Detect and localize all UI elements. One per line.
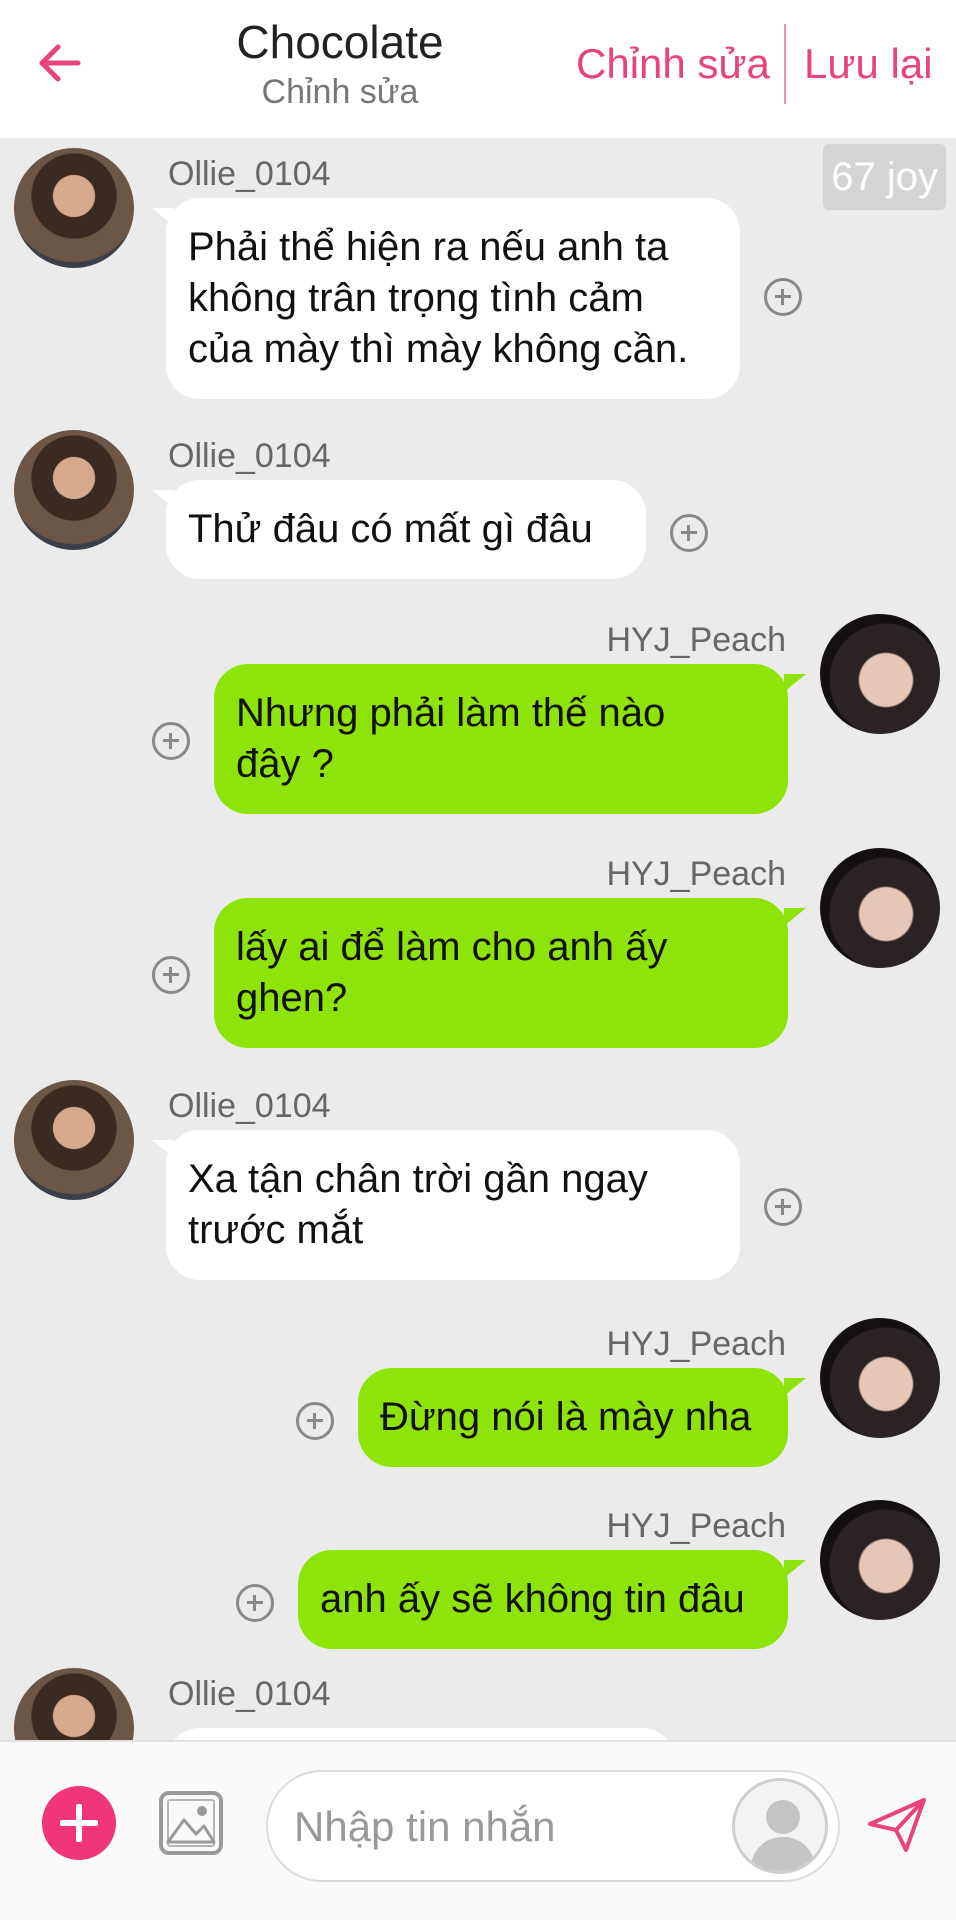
send-icon[interactable] xyxy=(866,1794,928,1856)
message-outgoing: HYJ_Peach lấy ai để làm cho anh ấy ghen? xyxy=(0,838,956,1048)
edit-button[interactable]: Chỉnh sửa xyxy=(576,38,770,90)
sender-name: Ollie_0104 xyxy=(168,155,331,193)
plus-circle-icon[interactable] xyxy=(152,956,190,994)
plus-circle-icon[interactable] xyxy=(236,1584,274,1622)
message-outgoing: HYJ_Peach Đừng nói là mày nha xyxy=(0,1308,956,1478)
plus-circle-icon[interactable] xyxy=(670,514,708,552)
save-button[interactable]: Lưu lại xyxy=(804,38,933,90)
avatar[interactable] xyxy=(14,148,134,268)
plus-circle-icon[interactable] xyxy=(764,1188,802,1226)
header-divider xyxy=(784,24,786,104)
message-bubble[interactable]: Nhưng phải làm thế nào đây ? xyxy=(214,664,788,814)
sender-name: HYJ_Peach xyxy=(606,1325,786,1363)
bubble-tail xyxy=(784,1560,806,1578)
avatar[interactable] xyxy=(14,430,134,550)
bubble-tail xyxy=(784,1378,806,1396)
avatar[interactable] xyxy=(14,1668,134,1740)
input-placeholder: Nhập tin nhắn xyxy=(294,1803,556,1850)
sender-name: Ollie_0104 xyxy=(168,437,331,475)
message-incoming: Ollie_0104 Phải thể hiện ra nếu anh ta k… xyxy=(0,138,956,408)
message-outgoing: HYJ_Peach anh ấy sẽ không tin đâu xyxy=(0,1490,956,1660)
message-bubble[interactable]: Xa tận chân trời gần ngay trước mắt xyxy=(166,1130,740,1280)
back-arrow-icon[interactable] xyxy=(34,38,84,88)
message-incoming: Ollie_0104 Thử đâu có mất gì đâu xyxy=(0,420,956,590)
message-outgoing: HYJ_Peach Nhưng phải làm thế nào đây ? xyxy=(0,604,956,814)
sender-name: HYJ_Peach xyxy=(606,621,786,659)
avatar[interactable] xyxy=(820,1500,940,1620)
sender-name: HYJ_Peach xyxy=(606,1507,786,1545)
sender-name: Ollie_0104 xyxy=(168,1087,331,1125)
add-button[interactable] xyxy=(42,1786,116,1860)
avatar[interactable] xyxy=(820,1318,940,1438)
avatar[interactable] xyxy=(14,1080,134,1200)
message-bubble[interactable]: lấy ai để làm cho anh ấy ghen? xyxy=(214,898,788,1048)
chat-thread[interactable]: 67 joy Ollie_0104 Phải thể hiện ra nếu a… xyxy=(0,138,956,1740)
avatar[interactable] xyxy=(820,614,940,734)
user-silhouette-icon xyxy=(749,1800,817,1871)
title-block: Chocolate Chỉnh sửa xyxy=(190,14,490,114)
image-icon[interactable] xyxy=(158,1790,224,1856)
message-incoming: Ollie_0104 xyxy=(0,1668,956,1740)
persona-button[interactable] xyxy=(732,1778,828,1874)
plus-circle-icon[interactable] xyxy=(296,1402,334,1440)
plus-circle-icon[interactable] xyxy=(152,722,190,760)
message-bubble[interactable]: Phải thể hiện ra nếu anh ta không trân t… xyxy=(166,198,740,399)
bubble-tail xyxy=(784,908,806,926)
bubble-tail xyxy=(784,674,806,692)
page-title: Chocolate xyxy=(236,16,444,68)
composer-bar: Nhập tin nhắn xyxy=(0,1740,956,1920)
avatar[interactable] xyxy=(820,848,940,968)
message-bubble[interactable] xyxy=(166,1728,676,1740)
top-bar: Chocolate Chỉnh sửa Chỉnh sửa Lưu lại xyxy=(0,0,956,138)
message-incoming: Ollie_0104 Xa tận chân trời gần ngay trư… xyxy=(0,1070,956,1290)
sender-name: Ollie_0104 xyxy=(168,1675,331,1713)
message-bubble[interactable]: anh ấy sẽ không tin đâu xyxy=(298,1550,788,1649)
plus-circle-icon[interactable] xyxy=(764,278,802,316)
sender-name: HYJ_Peach xyxy=(606,855,786,893)
message-bubble[interactable]: Thử đâu có mất gì đâu xyxy=(166,480,646,579)
message-bubble[interactable]: Đừng nói là mày nha xyxy=(358,1368,788,1467)
message-input[interactable]: Nhập tin nhắn xyxy=(266,1770,840,1882)
page-subtitle: Chỉnh sửa xyxy=(261,73,419,111)
